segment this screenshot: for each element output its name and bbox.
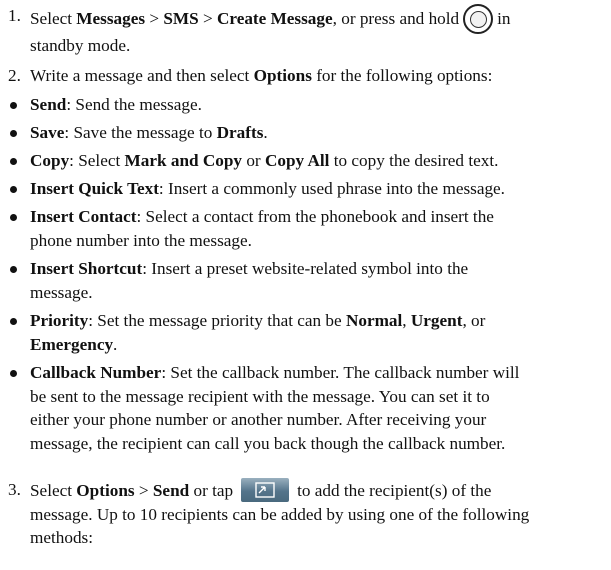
step-2: 2. Write a message and then select Optio… [0,64,605,88]
navigation-key-icon [463,4,494,34]
option-save: Save: Save the message to Drafts. [0,121,605,145]
step-1: 1. Select Messages > SMS > Create Messag… [0,4,605,56]
menu-messages: Messages [76,9,146,28]
option-copy: Copy: Select Mark and Copy or Copy All t… [0,149,605,173]
step-text: Select Messages > SMS > Create Message, … [30,4,605,58]
bullet-dot [10,186,17,193]
bullet-dot [10,370,17,377]
step-3: 3. Select Options > Send or tap to add th… [0,478,605,550]
bullet-dot [10,214,17,221]
step-number: 2. [8,66,21,85]
option-callback-number: Callback Number: Set the callback number… [0,361,605,457]
bullet-dot [10,130,17,137]
bullet-dot [10,102,17,109]
option-insert-quick-text: Insert Quick Text: Insert a commonly use… [0,177,605,201]
menu-create-message: Create Message [216,9,333,28]
menu-sms: SMS [163,9,199,28]
bullet-dot [10,158,17,165]
option-insert-shortcut: Insert Shortcut: Insert a preset website… [0,257,605,305]
step-text: Write a message and then select Options … [30,66,493,85]
send-message-icon [241,478,290,502]
step-number: 1. [8,6,21,25]
bullet-dot [10,318,17,325]
option-priority: Priority: Set the message priority that … [0,309,605,357]
step-text: Select Options > Send or tap to add the r… [30,478,605,550]
menu-options: Options [76,481,135,500]
step-number: 3. [8,480,21,499]
menu-options: Options [253,66,312,85]
bullet-dot [10,266,17,273]
menu-send: Send [152,481,190,500]
option-insert-contact: Insert Contact: Select a contact from th… [0,205,605,253]
option-send: Send: Send the message. [0,93,605,117]
manual-page: 1. Select Messages > SMS > Create Messag… [0,0,611,570]
